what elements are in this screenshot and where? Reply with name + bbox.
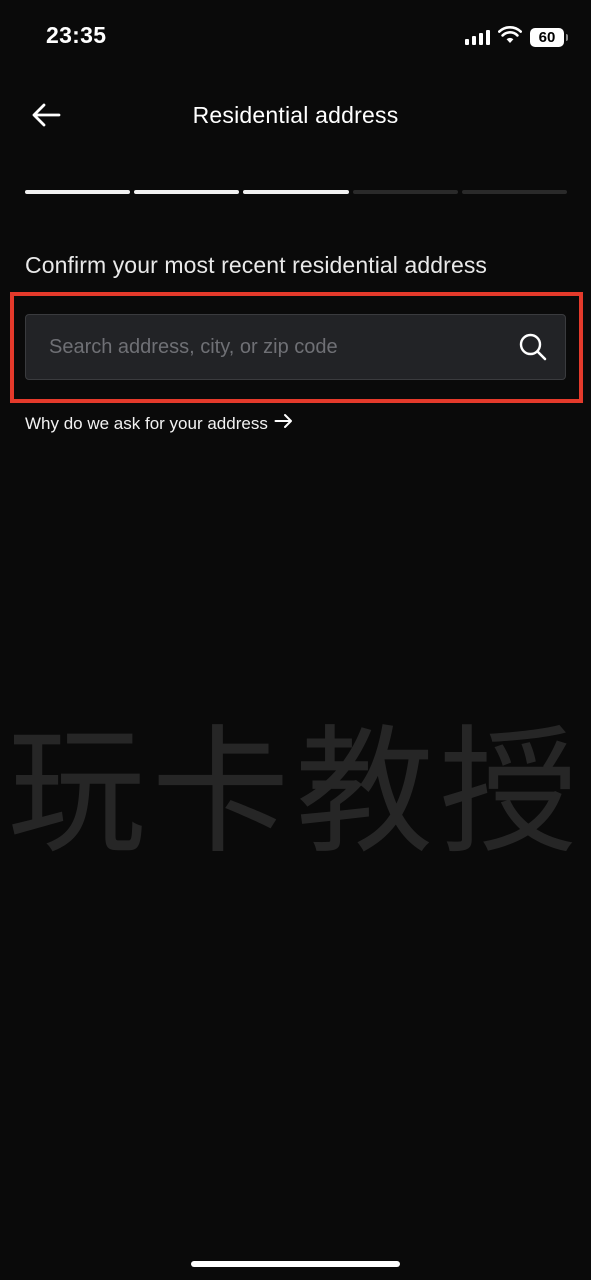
progress-step [134,190,240,194]
progress-step [352,190,458,194]
wifi-icon [498,25,522,49]
arrow-right-icon [274,413,294,434]
why-address-link[interactable]: Why do we ask for your address [25,413,294,434]
progress-step [243,190,349,194]
address-search-input[interactable] [26,334,517,360]
address-search-field[interactable] [25,314,566,380]
watermark: 玩卡教授 [7,712,584,873]
battery-icon: 60 [530,27,568,47]
progress-step [461,190,568,194]
status-time: 23:35 [46,22,107,48]
status-icons: 60 [465,25,568,49]
page-title: Residential address [192,102,399,128]
address-prompt: Confirm your most recent residential add… [25,252,488,278]
search-icon[interactable] [517,331,549,363]
progress-step [25,190,131,194]
step-progress-bar [25,190,568,194]
cellular-signal-icon [465,29,490,45]
battery-level: 60 [538,28,556,46]
home-indicator[interactable] [191,1261,400,1267]
why-address-link-label: Why do we ask for your address [25,413,268,433]
